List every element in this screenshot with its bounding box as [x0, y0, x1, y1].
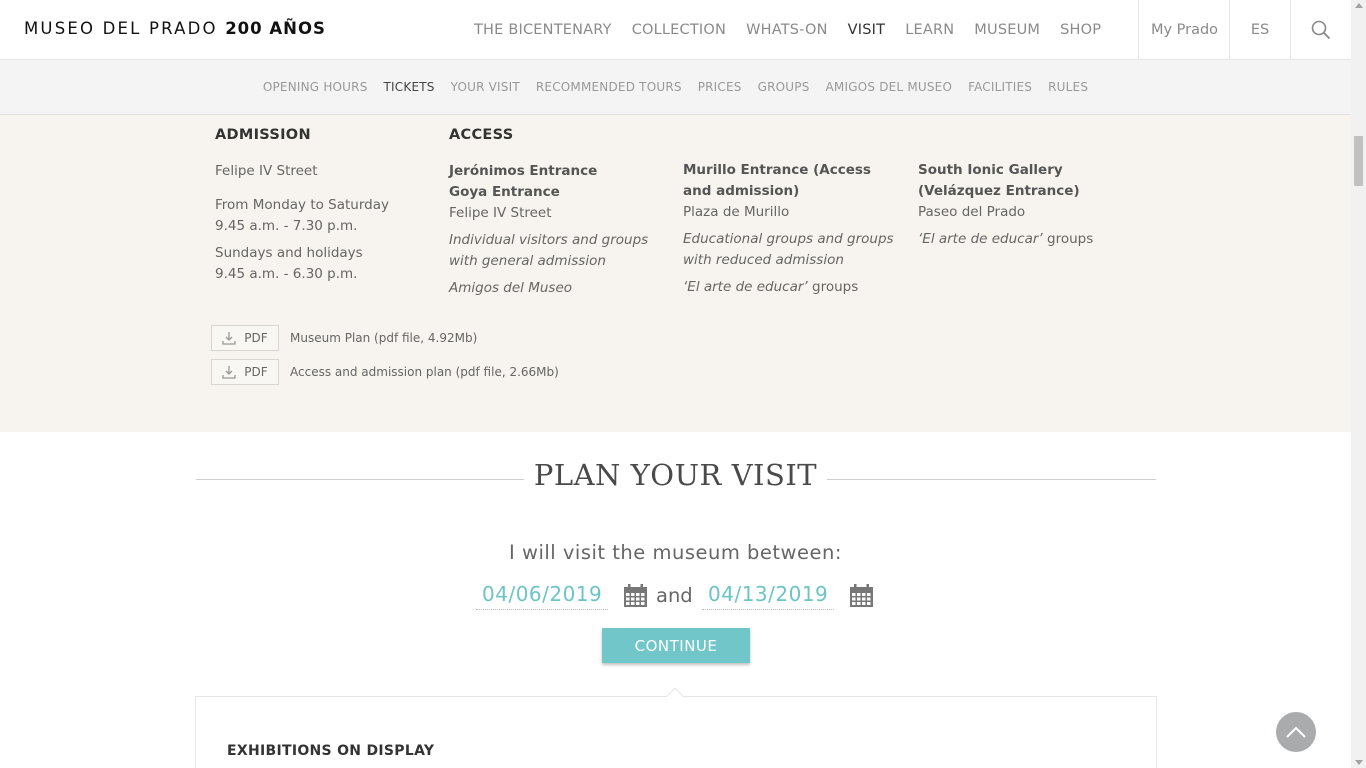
subnav-item-tickets[interactable]: TICKETS: [384, 80, 435, 94]
logo-anniversary: 200 AÑOS: [225, 19, 326, 38]
page-scrollbar[interactable]: [1351, 0, 1366, 768]
access-note-general: Individual visitors and groups with gene…: [449, 232, 649, 269]
subnav-item-amigos[interactable]: AMIGOS DEL MUSEO: [826, 80, 953, 94]
subnav-item-recommended-tours[interactable]: RECOMMENDED TOURS: [536, 80, 682, 94]
access-street-murillo: Plaza de Murillo: [683, 204, 790, 220]
top-header: MUSEO DEL PRADO 200 AÑOS THE BICENTENARY…: [0, 0, 1351, 60]
main-nav: THE BICENTENARY COLLECTION WHATS-ON VISI…: [464, 0, 1111, 60]
access-entrance-goya: Goya Entrance: [449, 184, 560, 200]
nav-item-whats-on[interactable]: WHATS-ON: [746, 22, 828, 38]
access-entrance-jeronimos: Jerónimos Entrance: [449, 163, 598, 179]
title-divider-right: [827, 479, 1156, 480]
date-to-input[interactable]: 04/13/2019: [702, 582, 835, 610]
plan-visit-title: PLAN YOUR VISIT: [533, 458, 818, 492]
calendar-icon[interactable]: [849, 584, 874, 608]
scrollbar-thumb[interactable]: [1354, 136, 1363, 186]
subnav-item-groups[interactable]: GROUPS: [758, 80, 810, 94]
visit-lead-text: I will visit the museum between:: [509, 541, 842, 564]
nav-item-visit[interactable]: VISIT: [848, 22, 886, 38]
access-note-arte-educar-2: ‘El arte de educar’ groups: [918, 231, 1094, 247]
scroll-up-arrow-icon[interactable]: [1355, 3, 1363, 8]
exhibitions-title: EXHIBITIONS ON DISPLAY: [227, 743, 435, 759]
admission-holiday-days: Sundays and holidays: [215, 245, 363, 261]
date-from-input[interactable]: 04/06/2019: [476, 582, 609, 610]
admission-street: Felipe IV Street: [215, 163, 318, 179]
access-note-arte-educar-1: ‘El arte de educar’ groups: [683, 279, 859, 295]
admission-holiday-hours: 9.45 a.m. - 6.30 p.m.: [215, 266, 358, 282]
access-street-prado: Paseo del Prado: [918, 204, 1026, 220]
back-to-top-button[interactable]: [1276, 712, 1316, 752]
subnav-item-prices[interactable]: PRICES: [698, 80, 742, 94]
continue-button[interactable]: CONTINUE: [602, 628, 750, 663]
scroll-down-arrow-icon[interactable]: [1355, 760, 1363, 765]
nav-item-shop[interactable]: SHOP: [1060, 22, 1101, 38]
download-label[interactable]: Museum Plan (pdf file, 4.92Mb): [290, 331, 477, 345]
nav-item-museum[interactable]: MUSEUM: [974, 22, 1040, 38]
access-title: ACCESS: [449, 127, 514, 143]
pdf-download-button[interactable]: PDF: [211, 325, 279, 351]
language-switch[interactable]: ES: [1229, 0, 1290, 60]
admission-weekday-hours: 9.45 a.m. - 7.30 p.m.: [215, 218, 358, 234]
subnav-item-opening-hours[interactable]: OPENING HOURS: [263, 80, 368, 94]
access-street-felipe: Felipe IV Street: [449, 205, 552, 221]
admission-access-section: [0, 115, 1351, 432]
subnav-item-facilities[interactable]: FACILITIES: [968, 80, 1032, 94]
pdf-download-button[interactable]: PDF: [211, 359, 279, 385]
download-access-plan: PDF Access and admission plan (pdf file,…: [211, 359, 559, 385]
calendar-icon[interactable]: [623, 584, 648, 608]
title-divider-left: [196, 479, 524, 480]
nav-item-learn[interactable]: LEARN: [905, 22, 954, 38]
search-button[interactable]: [1290, 0, 1351, 60]
site-logo[interactable]: MUSEO DEL PRADO 200 AÑOS: [24, 19, 326, 38]
access-entrance-ionic: South Ionic Gallery (Velázquez Entrance): [918, 162, 1080, 199]
subnav-item-rules[interactable]: RULES: [1048, 80, 1088, 94]
sub-nav: OPENING HOURS TICKETS YOUR VISIT RECOMME…: [0, 60, 1351, 115]
my-prado-link[interactable]: My Prado: [1138, 0, 1230, 60]
search-icon: [1311, 20, 1331, 40]
nav-item-collection[interactable]: COLLECTION: [632, 22, 726, 38]
download-icon: [222, 365, 236, 379]
subnav-item-your-visit[interactable]: YOUR VISIT: [451, 80, 520, 94]
chevron-up-icon: [1286, 726, 1306, 738]
nav-item-bicentenary[interactable]: THE BICENTENARY: [474, 22, 612, 38]
and-text: and: [656, 584, 693, 607]
access-note-educational: Educational groups and groups with reduc…: [683, 231, 894, 268]
admission-title: ADMISSION: [215, 127, 311, 143]
download-label[interactable]: Access and admission plan (pdf file, 2.6…: [290, 365, 559, 379]
access-note-amigos: Amigos del Museo: [449, 280, 573, 296]
download-icon: [222, 331, 236, 345]
admission-weekday-days: From Monday to Saturday: [215, 197, 390, 213]
download-museum-plan: PDF Museum Plan (pdf file, 4.92Mb): [211, 325, 477, 351]
logo-text: MUSEO DEL PRADO: [24, 19, 218, 38]
access-entrance-murillo: Murillo Entrance (Access and admission): [683, 162, 871, 199]
